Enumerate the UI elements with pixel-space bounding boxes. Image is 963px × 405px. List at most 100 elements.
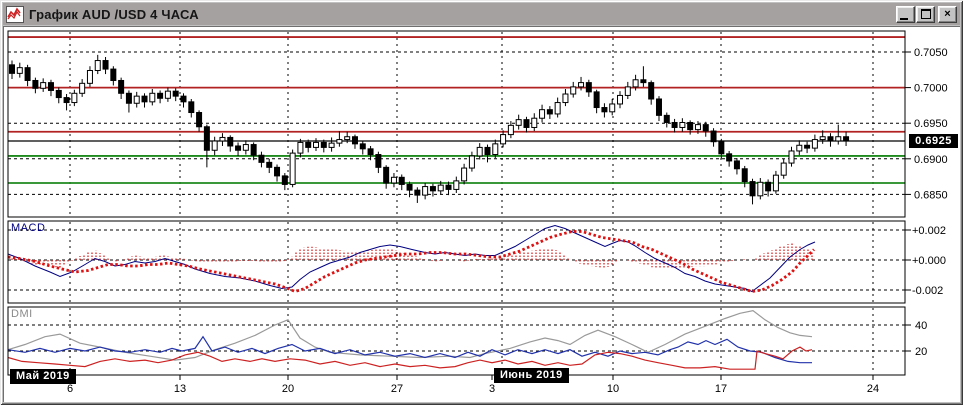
candle [843, 131, 850, 146]
candle [804, 141, 811, 154]
candle [71, 89, 78, 107]
candle [274, 164, 281, 182]
close-icon: × [944, 7, 951, 20]
candle [539, 104, 546, 123]
date-tick-label: 13 [174, 383, 186, 395]
minimize-button[interactable] [896, 5, 915, 23]
dmi-panel [7, 306, 906, 376]
candle [383, 165, 390, 189]
candle [336, 131, 343, 147]
candle [562, 89, 569, 107]
chart-window-icon [6, 5, 24, 23]
close-button[interactable]: × [938, 5, 957, 23]
candle [242, 140, 249, 155]
candle [9, 60, 15, 80]
candle [211, 136, 218, 156]
candle [47, 79, 54, 97]
candle [663, 112, 670, 128]
current-price-badge: 0.6925 [909, 134, 958, 148]
candle [367, 145, 374, 161]
candle [609, 98, 616, 116]
candle [63, 94, 70, 111]
date-tick-label: 17 [715, 383, 727, 395]
candle [655, 96, 662, 122]
candle [772, 170, 779, 194]
macd-panel [7, 220, 906, 304]
candle [258, 151, 265, 168]
candle [125, 90, 132, 113]
candle [757, 178, 764, 200]
candle [118, 77, 125, 99]
candle [617, 91, 624, 109]
dmi-plot [7, 310, 813, 370]
candle [398, 174, 405, 191]
candle [328, 137, 335, 152]
title-bar[interactable]: График AUD /USD 4 ЧАСА × [3, 3, 960, 25]
candle [86, 66, 93, 87]
candle [219, 133, 226, 146]
candle [313, 138, 320, 151]
candle [172, 88, 179, 102]
candle [188, 98, 195, 118]
price-tick-label: 0.6850 [914, 189, 948, 201]
candle [640, 66, 647, 87]
price-tick-label: 0.6950 [914, 118, 948, 130]
level-lines [8, 36, 905, 184]
candle [741, 165, 748, 188]
date-tick-label: 6 [67, 383, 73, 395]
candle [624, 81, 631, 99]
candle [203, 124, 210, 168]
candle [515, 114, 522, 130]
window-title: График AUD /USD 4 ЧАСА [29, 6, 199, 22]
candle [196, 110, 203, 132]
month-badge-may: Май 2019 [10, 369, 76, 384]
candle [351, 134, 358, 149]
macd-panel-label: MACD [11, 222, 46, 234]
candle [671, 118, 678, 133]
candle [133, 91, 140, 108]
candle [141, 93, 148, 108]
candle [484, 144, 491, 163]
macd-tick-label: +0.002 [912, 225, 946, 237]
plus_di-line [7, 335, 812, 364]
candle [453, 176, 460, 193]
candle [468, 151, 475, 172]
macd-tick-label: -0.002 [912, 285, 943, 297]
candle [375, 151, 382, 174]
date-tick-label: 10 [607, 383, 619, 395]
dmi-tick-label: 40 [915, 320, 927, 332]
candle [235, 142, 242, 156]
month-badge-june: Июнь 2019 [494, 368, 569, 383]
candle [79, 79, 86, 97]
candle [811, 134, 818, 152]
candlesticks [9, 54, 850, 205]
candle [110, 66, 117, 86]
price-tick-label: 0.7000 [914, 83, 948, 95]
candle [523, 116, 530, 133]
candle [149, 89, 156, 106]
candle [733, 158, 740, 175]
candle [250, 142, 257, 161]
candle [297, 138, 304, 158]
candle [227, 135, 234, 152]
candle [585, 79, 592, 97]
candle [796, 140, 803, 156]
candle [788, 146, 795, 167]
candle [593, 89, 600, 114]
candle [648, 80, 655, 105]
maximize-button[interactable] [916, 5, 935, 23]
chart-canvas: 0.7050 0.7000 0.6950 0.6900 0.6850 +0.002 +0.0… [7, 30, 948, 395]
date-tick-label: 27 [391, 383, 403, 395]
candle [414, 187, 421, 203]
candle [289, 149, 296, 188]
candle [359, 141, 366, 155]
candle [546, 106, 553, 119]
candle [266, 158, 273, 174]
candle [40, 78, 47, 92]
macd-tick-label: +0.000 [912, 255, 946, 267]
macd-plot [7, 224, 816, 293]
dmi-tick-label: 20 [915, 346, 927, 358]
candle [422, 183, 429, 200]
candle [102, 56, 109, 75]
maximize-icon [920, 9, 931, 19]
